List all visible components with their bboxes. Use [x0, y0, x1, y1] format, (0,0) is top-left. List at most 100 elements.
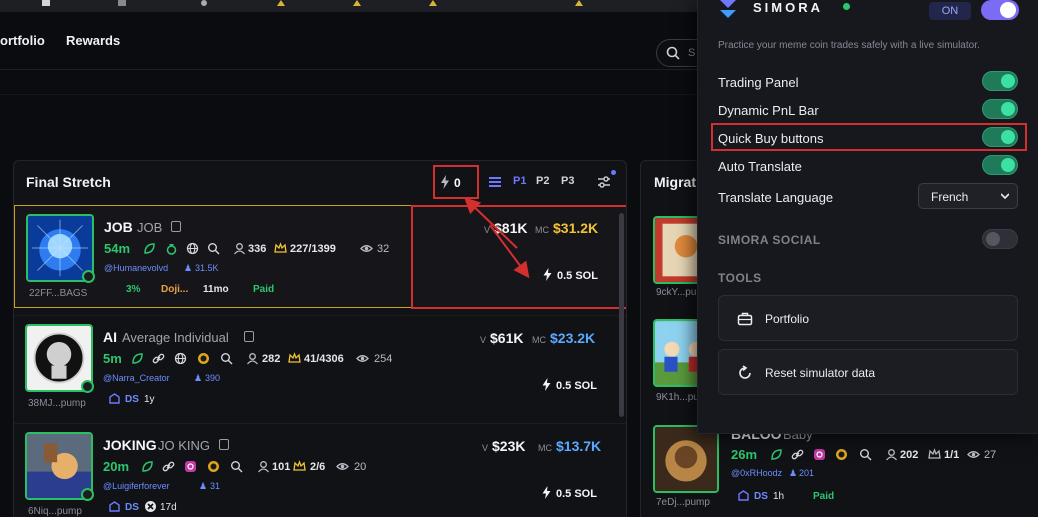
copy-icon[interactable] [171, 221, 181, 232]
creator-handle[interactable]: @Humanevolvd [104, 263, 168, 273]
followers-icon: ♟ [194, 373, 203, 383]
instagram-icon[interactable] [184, 460, 197, 473]
coin-icon[interactable] [197, 352, 210, 365]
account-age-tag: 11mo [203, 284, 229, 295]
leaf-icon [771, 449, 782, 460]
panel-title: Migrat [654, 174, 696, 190]
filter-settings-icon[interactable] [597, 175, 611, 189]
followers-icon: ♟ [184, 263, 193, 273]
bookmark-icon[interactable] [429, 0, 437, 6]
instagram-icon[interactable] [813, 448, 826, 461]
follower-count: 390 [205, 373, 221, 383]
reset-simulator-button-label: Reset simulator data [765, 366, 876, 380]
globe-icon[interactable] [174, 352, 187, 365]
search-icon[interactable] [220, 352, 233, 365]
token-row[interactable]: 6Niq...pump JOKING JO KING 20m 101 2/6 2… [14, 423, 626, 517]
dev-holding-tag: 3% [126, 284, 141, 295]
token-image [655, 427, 717, 491]
creator-handle[interactable]: @Narra_Creator [103, 373, 170, 383]
link-icon[interactable] [162, 460, 175, 473]
x-circle-icon [145, 501, 156, 512]
token-age: 20m [103, 459, 130, 474]
token-address[interactable]: 7eDj...pump [656, 497, 710, 508]
search-icon[interactable] [859, 448, 872, 461]
token-avatar[interactable] [653, 425, 719, 493]
token-volume: V $61K [480, 330, 524, 346]
account-age-tag: 1y [144, 394, 155, 405]
bookmark-icon[interactable] [42, 0, 50, 6]
creator-handle[interactable]: @Luigiferforever [103, 481, 170, 491]
reset-simulator-button[interactable]: Reset simulator data [718, 349, 1018, 395]
preset-p2-tab[interactable]: P2 [536, 175, 549, 187]
eye-icon [356, 355, 369, 362]
token-volume: V $23K [482, 438, 526, 454]
token-marketcap: MC $13.7K [538, 438, 602, 454]
holders-icon [886, 449, 897, 461]
link-icon[interactable] [152, 352, 165, 365]
token-ticker: JOKING [103, 437, 157, 453]
globe-icon[interactable] [186, 242, 199, 255]
holders-icon [258, 461, 269, 473]
token-name: JOB [137, 220, 163, 235]
final-stretch-panel: Final Stretch 0 P1 P2 P3 22FF...BAGS JOB… [13, 160, 627, 517]
solana-icon[interactable] [489, 176, 501, 188]
simora-social-label: SIMORA SOCIAL [718, 233, 821, 247]
eye-icon [360, 245, 373, 252]
token-row[interactable]: 38MJ...pump AI Average Individual 5m 282… [14, 315, 626, 423]
quick-buy-highlight-box [411, 205, 626, 309]
master-toggle[interactable] [981, 0, 1019, 20]
holders-icon [247, 353, 258, 365]
token-name: JO KING [158, 438, 211, 453]
token-address[interactable]: 38MJ...pump [28, 398, 86, 409]
token-image [27, 434, 91, 498]
bookmark-icon[interactable] [277, 0, 285, 6]
crown-icon [288, 352, 301, 363]
portfolio-button[interactable]: Portfolio [718, 295, 1018, 341]
coin-icon[interactable] [835, 448, 848, 461]
token-ticker: AI [103, 329, 117, 345]
coin-icon[interactable] [207, 460, 220, 473]
dev-sold-icon [109, 393, 120, 404]
top-holders-stat: 41/4306 [304, 353, 344, 365]
account-age-tag: 1h [773, 491, 785, 502]
search-placeholder: S [688, 47, 696, 59]
preset-p1-tab[interactable]: P1 [513, 175, 526, 187]
auto-translate-toggle[interactable] [982, 155, 1018, 175]
simora-extension-popup: SIMORA ON Practice your meme coin trades… [697, 0, 1038, 434]
nav-portfolio-link[interactable]: ortfolio [0, 33, 45, 48]
copy-icon[interactable] [219, 439, 229, 450]
quick-buy-button[interactable]: 0.5 SOL [556, 488, 597, 500]
leaf-icon [132, 353, 143, 364]
views-count: 32 [377, 243, 390, 255]
bookmark-icon[interactable] [200, 0, 208, 6]
search-icon[interactable] [207, 242, 220, 255]
linked-token-tag[interactable]: Doji... [161, 284, 188, 295]
copy-icon[interactable] [244, 331, 254, 342]
token-address[interactable]: 22FF...BAGS [29, 288, 87, 299]
search-icon[interactable] [230, 460, 243, 473]
holders-count: 202 [900, 449, 919, 461]
followers-icon: ♟ [199, 481, 208, 491]
token-image [28, 216, 92, 280]
extension-description: Practice your meme coin trades safely wi… [718, 40, 980, 51]
quick-buy-amount-input[interactable]: 0 [433, 165, 479, 199]
language-select[interactable]: French [918, 183, 1018, 209]
search-icon [666, 46, 680, 60]
quick-buy-button[interactable]: 0.5 SOL [556, 380, 597, 392]
trading-panel-toggle[interactable] [982, 71, 1018, 91]
bookmark-icon[interactable] [575, 0, 583, 6]
preset-p3-tab[interactable]: P3 [561, 175, 574, 187]
filter-active-dot [611, 170, 616, 175]
crown-icon [274, 242, 287, 253]
simora-social-toggle[interactable] [982, 229, 1018, 249]
link-icon[interactable] [791, 448, 804, 461]
top-holders-stat: 227/1399 [290, 243, 336, 255]
token-address[interactable]: 6Niq...pump [28, 506, 82, 517]
eye-icon [336, 463, 349, 470]
bookmark-icon[interactable] [353, 0, 361, 6]
nav-rewards-link[interactable]: Rewards [66, 33, 120, 48]
creator-handle[interactable]: @0xRHoodz [731, 468, 782, 478]
panel-scrollbar[interactable] [619, 213, 624, 417]
bookmark-icon[interactable] [118, 0, 126, 6]
dynamic-pnl-toggle[interactable] [982, 99, 1018, 119]
